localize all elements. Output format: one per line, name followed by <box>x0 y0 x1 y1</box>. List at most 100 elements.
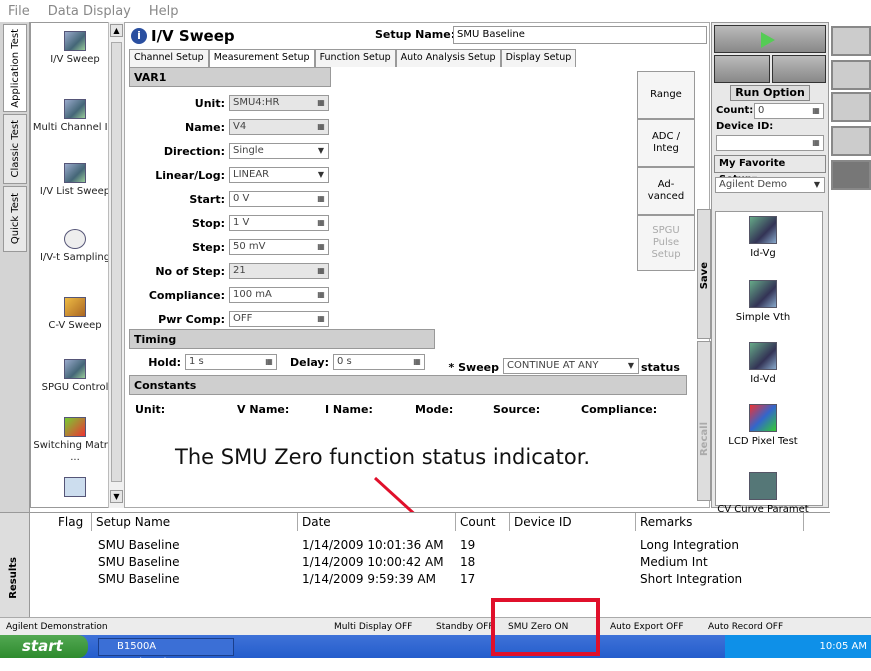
favorite-item[interactable]: Id-Vg <box>716 216 810 260</box>
device-id-field[interactable]: ▦ <box>716 135 824 151</box>
test-item[interactable] <box>31 477 119 500</box>
adc-integ-button[interactable]: ADC / Integ <box>637 119 695 167</box>
window-icon[interactable] <box>831 92 871 122</box>
list-icon[interactable] <box>831 126 871 156</box>
zoom-icon[interactable] <box>831 60 871 90</box>
start-button[interactable]: start <box>0 635 88 658</box>
tab-bar: Channel Setup Measurement Setup Function… <box>129 49 577 67</box>
tab-display-setup[interactable]: Display Setup <box>500 49 577 67</box>
favorite-item[interactable]: CV Curve Paramet <box>716 472 810 516</box>
name-label: Name: <box>185 121 225 134</box>
pwr-comp-field[interactable]: OFF ▦ <box>229 311 329 327</box>
linlog-select[interactable]: LINEAR ▼ <box>229 167 329 183</box>
unit-field[interactable]: SMU4:HR ▦ <box>229 95 329 111</box>
tab-application-test[interactable]: Application Test <box>3 24 27 112</box>
results-panel: Results Flag Setup Name Date Count Devic… <box>0 512 830 617</box>
status-bar: Agilent Demonstration Multi Display OFF … <box>0 617 871 635</box>
menu-help[interactable]: Help <box>149 4 179 19</box>
col-flag[interactable]: Flag <box>54 513 92 531</box>
col-device-id[interactable]: Device ID <box>510 513 636 531</box>
auto-export-status[interactable]: Auto Export OFF <box>610 620 684 634</box>
far-right-toolbar <box>829 22 871 612</box>
tab-auto-analysis-setup[interactable]: Auto Analysis Setup <box>395 49 501 67</box>
multi-display-status[interactable]: Multi Display OFF <box>334 620 412 634</box>
col-remarks[interactable]: Remarks <box>636 513 804 531</box>
count-field[interactable]: 0 ▦ <box>754 103 824 119</box>
test-item[interactable]: I/V-t Sampling <box>31 229 119 264</box>
test-item[interactable]: C-V Sweep <box>31 297 119 332</box>
nstep-label: No of Step: <box>155 265 225 278</box>
tab-measurement-setup[interactable]: Measurement Setup <box>208 49 315 67</box>
nstep-field[interactable]: 21 ▦ <box>229 263 329 279</box>
delay-field[interactable]: 0 s ▦ <box>333 354 425 370</box>
system-tray: 10:05 AM <box>725 635 871 658</box>
start-field[interactable]: 0 V ▦ <box>229 191 329 207</box>
tab-function-setup[interactable]: Function Setup <box>314 49 396 67</box>
count-label: Count: <box>716 105 754 116</box>
run-option-button[interactable]: Run Option <box>730 85 810 101</box>
col-count[interactable]: Count <box>456 513 510 531</box>
highlight-box <box>491 598 600 656</box>
taskbar-app-button[interactable]: B1500A Semiconduct... <box>98 638 234 668</box>
pwr-comp-label: Pwr Comp: <box>158 313 225 326</box>
panel-header: i I/V Sweep Setup Name: SMU Baseline <box>125 23 711 49</box>
compliance-field[interactable]: 100 mA ▦ <box>229 287 329 303</box>
direction-select[interactable]: Single ▼ <box>229 143 329 159</box>
stop-field[interactable]: 1 V ▦ <box>229 215 329 231</box>
favorite-setup-button[interactable]: My Favorite Setup▾ <box>714 155 826 185</box>
tab-channel-setup[interactable]: Channel Setup <box>129 49 209 67</box>
hold-field[interactable]: 1 s ▦ <box>185 354 277 370</box>
favorite-item[interactable]: Simple Vth <box>716 280 810 324</box>
results-tab[interactable]: Results <box>0 513 30 617</box>
demo-status: Agilent Demonstration <box>6 622 108 632</box>
test-item[interactable]: Multi Channel I... <box>31 99 119 134</box>
save-strip[interactable]: Save <box>697 209 711 339</box>
menu-data-display[interactable]: Data Display <box>48 4 131 19</box>
menu-file[interactable]: File <box>8 4 30 19</box>
favorite-item[interactable]: Id-Vd <box>716 342 810 386</box>
append-button[interactable] <box>714 55 770 83</box>
test-item[interactable]: I/V List Sweep <box>31 163 119 198</box>
step-label: Step: <box>192 241 225 254</box>
scroll-up-icon[interactable]: ▲ <box>110 24 123 37</box>
run-button[interactable] <box>714 25 826 53</box>
tab-quick-test[interactable]: Quick Test <box>3 186 27 252</box>
const-iname-header: I Name: <box>325 403 373 416</box>
power-icon[interactable] <box>831 160 871 190</box>
auto-record-status[interactable]: Auto Record OFF <box>708 620 783 634</box>
compliance-label: Compliance: <box>148 289 225 302</box>
favorite-setup-select[interactable]: Agilent Demo ▼ <box>715 177 825 193</box>
favorite-item[interactable]: LCD Pixel Test <box>716 404 810 448</box>
const-vname-header: V Name: <box>237 403 290 416</box>
step-field[interactable]: 50 mV ▦ <box>229 239 329 255</box>
start-label: Start: <box>189 193 225 206</box>
test-item[interactable]: Switching Matrix ... <box>31 417 119 464</box>
spgu-pulse-setup-button[interactable]: SPGU Pulse Setup <box>637 215 695 271</box>
taskbar: start B1500A Semiconduct... 10:05 AM <box>0 635 871 668</box>
setup-name-input[interactable]: SMU Baseline <box>453 26 707 44</box>
graph-icon[interactable] <box>831 26 871 56</box>
col-date[interactable]: Date <box>298 513 456 531</box>
sweep-select[interactable]: CONTINUE AT ANY ▼ <box>503 358 639 374</box>
setup-name-label: Setup Name: <box>375 28 456 41</box>
name-field[interactable]: V4 ▦ <box>229 119 329 135</box>
test-list-scrollbar[interactable]: ▲ ▼ <box>108 22 124 508</box>
timing-section: Timing <box>129 329 435 349</box>
linlog-label: Linear/Log: <box>155 169 225 182</box>
advanced-button[interactable]: Ad- vanced <box>637 167 695 215</box>
tab-classic-test[interactable]: Classic Test <box>3 114 27 184</box>
direction-label: Direction: <box>163 145 225 158</box>
hold-label: Hold: <box>148 356 181 369</box>
test-item[interactable]: I/V Sweep <box>31 31 119 66</box>
col-setup-name[interactable]: Setup Name <box>92 513 298 531</box>
scroll-down-icon[interactable]: ▼ <box>110 490 123 503</box>
recall-strip[interactable]: Recall <box>697 341 711 501</box>
range-button[interactable]: Range <box>637 71 695 119</box>
test-item[interactable]: SPGU Control <box>31 359 119 394</box>
favorite-list: Id-Vg Simple Vth Id-Vd LCD Pixel Test CV… <box>715 211 823 515</box>
sweep-label: * Sweep <box>448 361 499 374</box>
page-title: I/V Sweep <box>151 27 235 45</box>
scroll-thumb[interactable] <box>111 42 122 482</box>
repeat-button[interactable] <box>772 55 826 83</box>
standby-status[interactable]: Standby OFF <box>436 620 494 634</box>
